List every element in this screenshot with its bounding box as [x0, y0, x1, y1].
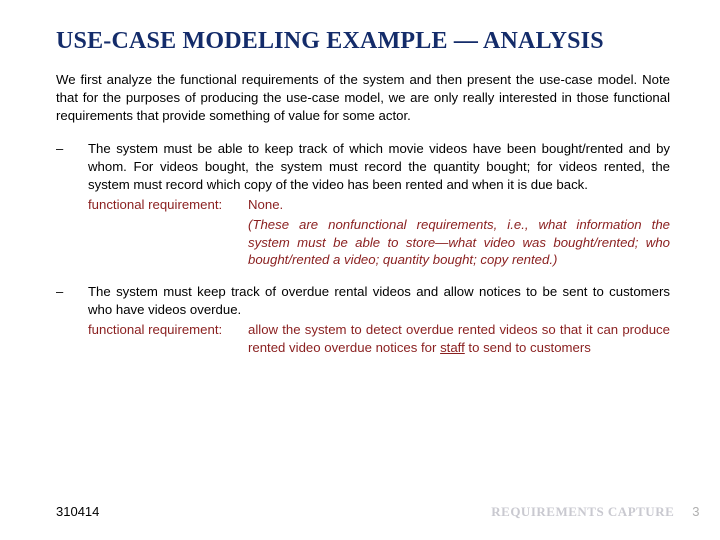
bullet-text: The system must keep track of overdue re… [88, 284, 670, 317]
footer-caption: REQUIREMENTS CAPTURE [491, 504, 674, 520]
functional-requirement-row: functional requirement: allow the system… [88, 321, 670, 357]
functional-requirement-row: functional requirement: None. [88, 196, 670, 214]
functional-requirement-note: (These are nonfunctional requirements, i… [88, 216, 670, 269]
bullet-dash-icon: – [56, 140, 88, 269]
intro-paragraph: We first analyze the functional requirem… [56, 71, 670, 124]
footer-right: REQUIREMENTS CAPTURE 3 [491, 504, 700, 520]
fr-label-spacer [88, 216, 248, 269]
bullet-text: The system must be able to keep track of… [88, 141, 670, 192]
footer-left: 310414 [56, 504, 99, 519]
bullet-list: – The system must be able to keep track … [56, 140, 670, 356]
footer: 310414 REQUIREMENTS CAPTURE 3 [56, 504, 700, 520]
fr-label: functional requirement: [88, 196, 248, 214]
bullet-body: The system must be able to keep track of… [88, 140, 670, 269]
fr-value-italic: (These are nonfunctional requirements, i… [248, 216, 670, 269]
bullet-dash-icon: – [56, 283, 88, 356]
slide: USE-CASE MODELING EXAMPLE — ANALYSIS We … [0, 0, 720, 540]
fr-value: None. [248, 196, 670, 214]
list-item: – The system must be able to keep track … [56, 140, 670, 269]
fr-value: allow the system to detect overdue rente… [248, 321, 670, 357]
slide-title: USE-CASE MODELING EXAMPLE — ANALYSIS [56, 28, 670, 55]
fr-label: functional requirement: [88, 321, 248, 357]
list-item: – The system must keep track of overdue … [56, 283, 670, 356]
fr-underline: staff [440, 340, 465, 355]
fr-post: to send to customers [465, 340, 591, 355]
bullet-body: The system must keep track of overdue re… [88, 283, 670, 356]
fr-value-plain: None. [248, 197, 283, 212]
page-number: 3 [692, 504, 700, 519]
